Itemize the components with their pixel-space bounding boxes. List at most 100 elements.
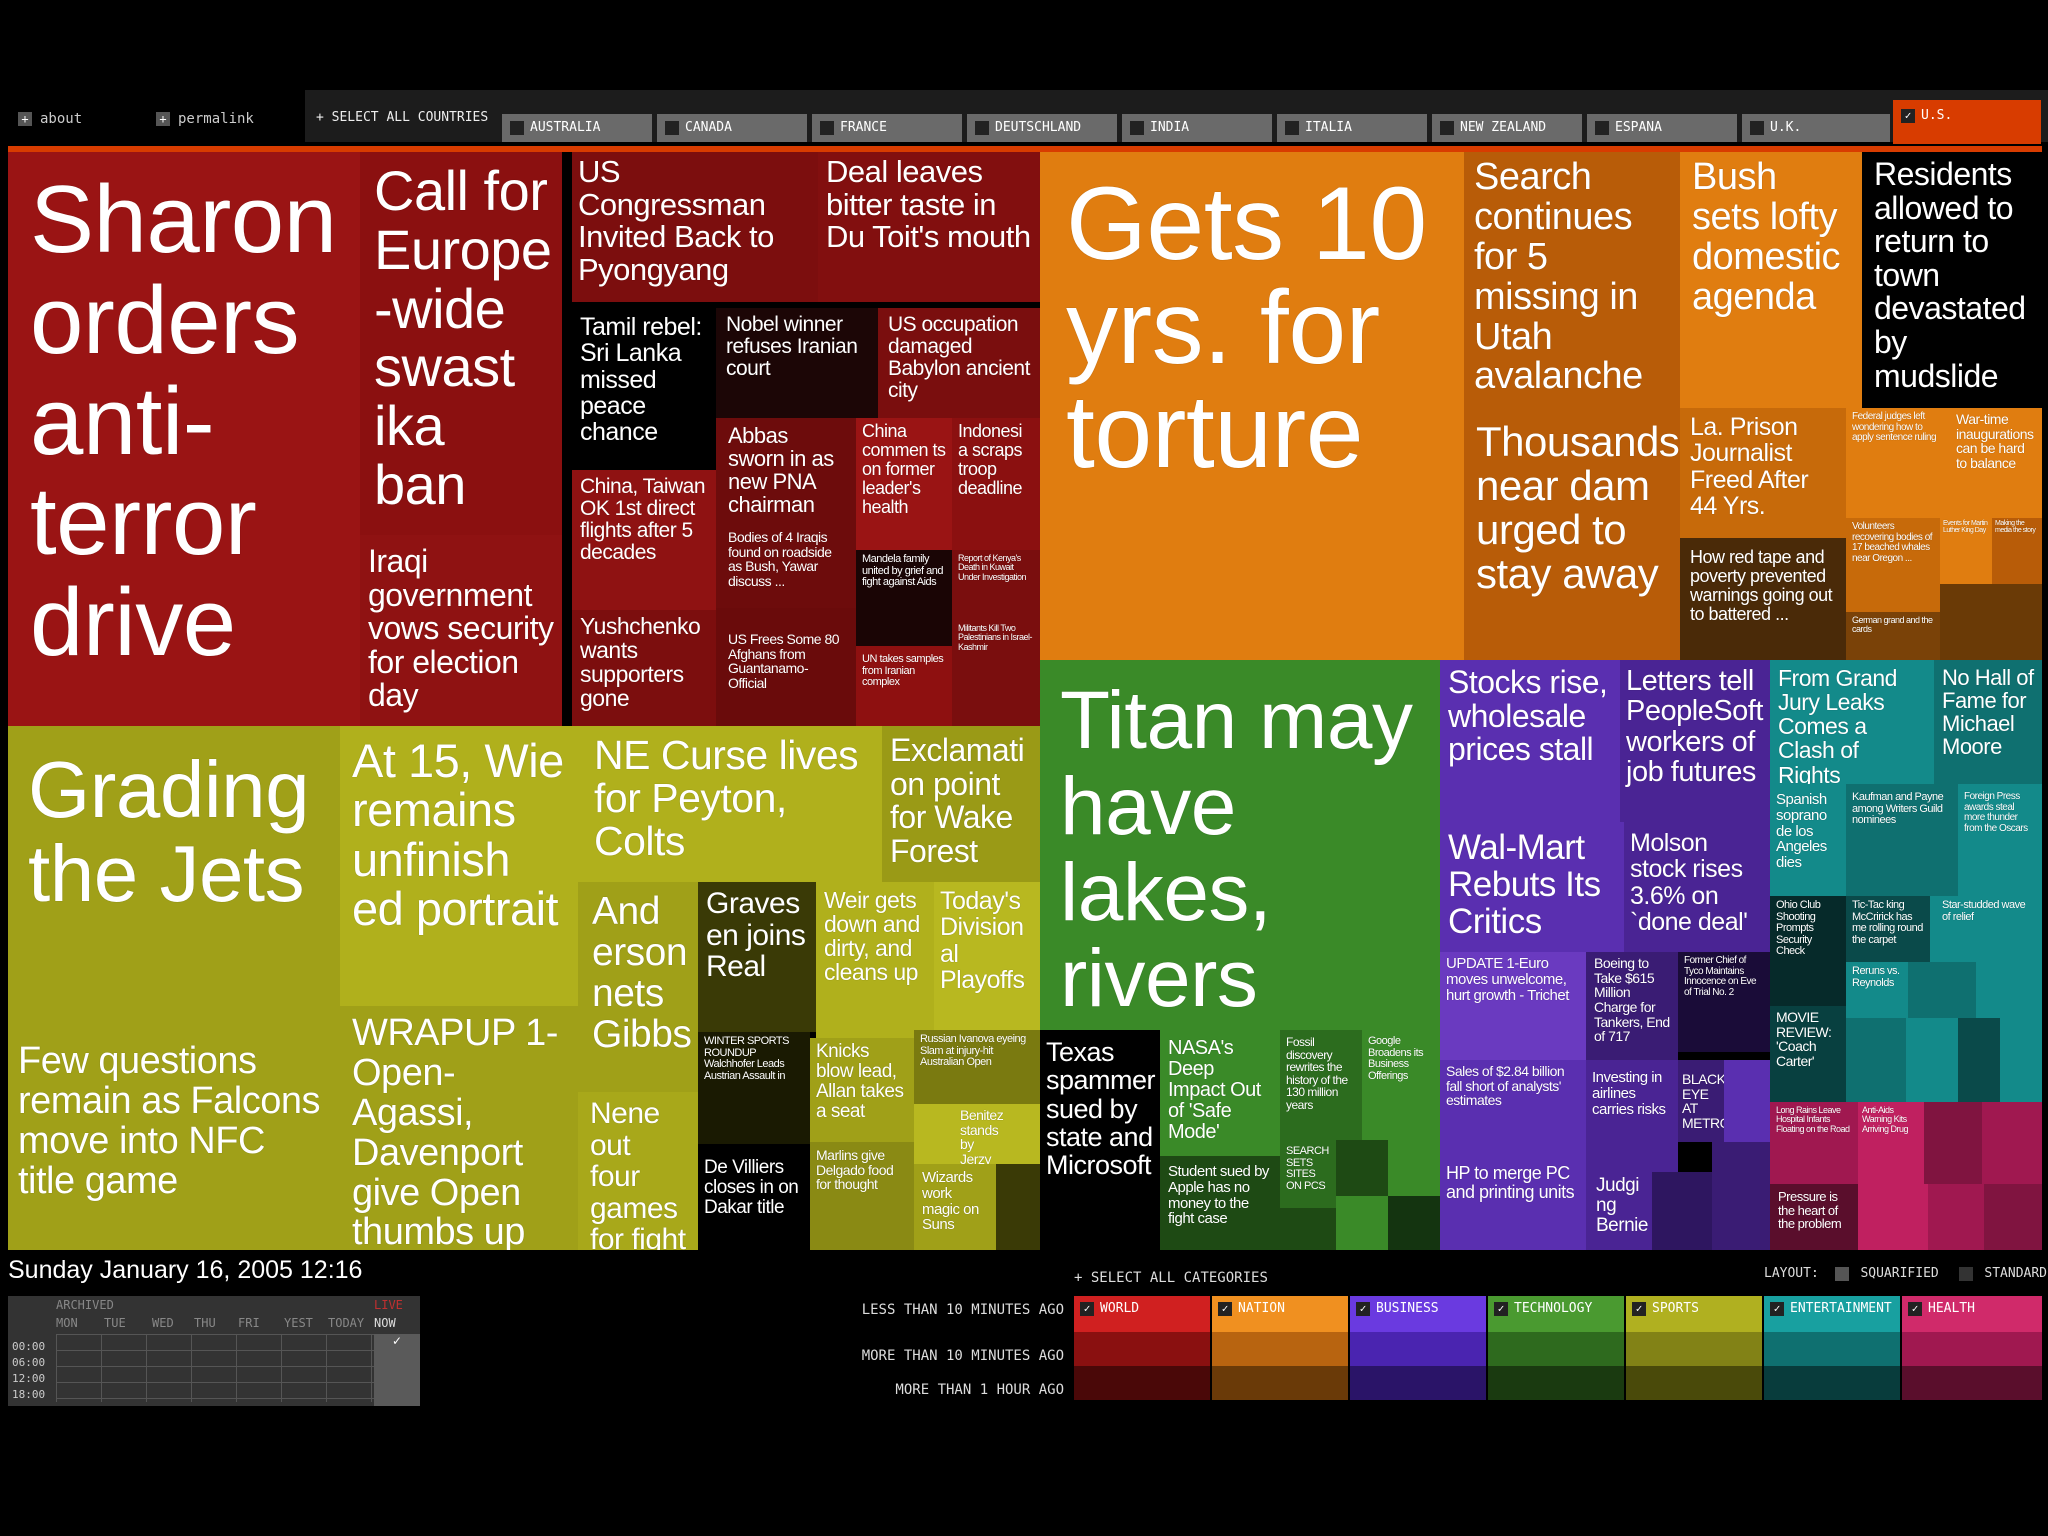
story-tile[interactable]: Today's Division al Playoffs xyxy=(934,882,1040,1038)
story-tile[interactable] xyxy=(1908,962,1976,1018)
story-tile[interactable]: Deal leaves bitter taste in Du Toit's mo… xyxy=(818,152,1040,302)
story-tile[interactable]: Federal judges left wondering how to app… xyxy=(1846,408,1950,518)
story-tile[interactable] xyxy=(1280,1208,1336,1250)
story-tile[interactable]: UPDATE 1-Euro moves unwelcome, hurt grow… xyxy=(1440,952,1586,1060)
story-tile[interactable]: Investing in airlines carries risks xyxy=(1586,1060,1678,1172)
layout-standard-option[interactable]: STANDARD xyxy=(1984,1266,2047,1281)
story-tile[interactable]: China, Taiwan OK 1st direct flights afte… xyxy=(572,470,716,610)
day-thu[interactable]: THU xyxy=(194,1316,238,1330)
story-tile[interactable]: UN takes samples from Iranian complex xyxy=(856,646,952,726)
story-tile[interactable] xyxy=(1984,1184,2042,1250)
country-tab-us[interactable]: ✓ U.S. xyxy=(1893,100,2041,144)
archive-time-grid[interactable] xyxy=(56,1334,374,1402)
category-technology[interactable]: ✓ TECHNOLOGY xyxy=(1488,1296,1624,1332)
story-tile[interactable]: Volunteers recovering bodies of 17 beach… xyxy=(1846,518,1940,612)
country-tab-australia[interactable]: AUSTRALIA xyxy=(502,114,652,142)
layout-squarified-option[interactable]: SQUARIFIED xyxy=(1860,1266,1938,1281)
country-tab-uk[interactable]: U.K. xyxy=(1742,114,1890,142)
story-tile[interactable]: Judgi ng Bernie xyxy=(1586,1172,1652,1250)
story-tile[interactable]: Foreign Press awards steal more thunder … xyxy=(1958,784,2042,896)
story-tile[interactable]: Call for Europe -wide swast ika ban xyxy=(360,152,562,535)
permalink-button[interactable]: + permalink xyxy=(156,104,254,134)
story-tile[interactable]: NE Curse lives for Peyton, Colts xyxy=(578,726,882,882)
story-tile[interactable]: Boeing to Take $615 Million Charge for T… xyxy=(1586,952,1678,1060)
story-tile[interactable] xyxy=(996,1164,1040,1250)
story-tile[interactable]: Sales of $2.84 billion fall short of ana… xyxy=(1440,1060,1586,1160)
story-tile[interactable]: Search continues for 5 missing in Utah a… xyxy=(1464,152,1680,414)
story-tile[interactable]: Bush sets lofty domestic agenda xyxy=(1680,152,1862,408)
story-tile[interactable]: Sharon orders anti-terror drive xyxy=(8,152,360,726)
story-tile[interactable]: Russian Ivanova eyeing Slam at injury-hi… xyxy=(914,1030,1040,1104)
story-tile[interactable]: Titan may have lakes, rivers xyxy=(1040,660,1440,1030)
story-tile[interactable]: Tic-Tac king McCririck has me rolling ro… xyxy=(1846,896,1930,962)
select-all-countries-button[interactable]: + SELECT ALL COUNTRIES xyxy=(316,110,488,125)
about-button[interactable]: + about xyxy=(18,104,82,134)
story-tile[interactable]: Kaufman and Payne among Writers Guild no… xyxy=(1846,784,1958,896)
day-yest[interactable]: YEST xyxy=(284,1316,328,1330)
category-health[interactable]: ✓ HEALTH xyxy=(1902,1296,2042,1332)
story-tile[interactable]: Reruns vs. Reynolds xyxy=(1846,962,1908,1018)
story-tile[interactable]: La. Prison Journalist Freed After 44 Yrs… xyxy=(1680,408,1846,538)
story-tile[interactable]: Yushchenko wants supporters gone xyxy=(572,610,716,726)
story-tile[interactable] xyxy=(1388,1140,1440,1196)
story-tile[interactable]: Stocks rise, wholesale prices stall xyxy=(1440,660,1620,822)
country-tab-new-zealand[interactable]: NEW ZEALAND xyxy=(1432,114,1582,142)
story-tile[interactable]: Nene out four games for fight xyxy=(578,1092,698,1250)
story-tile[interactable]: Long Rains Leave Hospital Infants Floati… xyxy=(1770,1102,1858,1184)
story-tile[interactable] xyxy=(1724,1060,1770,1142)
story-tile[interactable]: US Congressman Invited Back to Pyongyang xyxy=(572,152,818,302)
day-fri[interactable]: FRI xyxy=(238,1316,282,1330)
story-tile[interactable]: Grading the Jets xyxy=(8,726,340,1034)
story-tile[interactable]: Indonesi a scraps troop deadline xyxy=(952,418,1040,550)
story-tile[interactable] xyxy=(1958,1018,2000,1102)
story-tile[interactable] xyxy=(1906,1018,1958,1102)
story-tile[interactable] xyxy=(1336,1196,1388,1250)
story-tile[interactable] xyxy=(1336,1140,1388,1196)
radio-unselected-icon[interactable] xyxy=(1958,1266,1973,1281)
story-tile[interactable]: Anti-Aids Warning Kits Arriving Drug xyxy=(1858,1102,1924,1184)
story-tile[interactable]: China commen ts on former leader's healt… xyxy=(856,418,952,550)
story-tile[interactable]: Iraqi government vows security for elect… xyxy=(360,535,562,726)
category-entertainment[interactable]: ✓ ENTERTAINMENT xyxy=(1764,1296,1900,1332)
story-tile[interactable]: Fossil discovery rewrites the history of… xyxy=(1280,1030,1362,1140)
story-tile[interactable]: Nobel winner refuses Iranian court xyxy=(716,308,878,418)
story-tile[interactable]: WINTER SPORTS ROUNDUP Walchhofer Leads A… xyxy=(698,1032,810,1144)
story-tile[interactable] xyxy=(1982,1102,2042,1184)
story-tile[interactable]: Abbas sworn in as new PNA chairman xyxy=(716,418,856,524)
story-tile[interactable]: Wal-Mart Rebuts Its Critics xyxy=(1440,822,1624,952)
story-tile[interactable]: Molson stock rises 3.6% on `done deal' xyxy=(1624,822,1770,952)
country-tab-canada[interactable]: CANADA xyxy=(657,114,807,142)
country-tab-italia[interactable]: ITALIA xyxy=(1277,114,1427,142)
story-tile[interactable] xyxy=(1846,1018,1906,1102)
story-tile[interactable]: Ohio Club Shooting Prompts Security Chec… xyxy=(1770,896,1846,1006)
story-tile[interactable]: German grand and the cards xyxy=(1846,612,1940,660)
story-tile[interactable]: Google Broadens its Business Offerings xyxy=(1362,1030,1440,1140)
story-tile[interactable]: Knicks blow lead, Allan takes a seat xyxy=(810,1038,914,1142)
story-tile[interactable]: Former Chief of Tyco Maintains Innocence… xyxy=(1678,952,1770,1052)
story-tile[interactable] xyxy=(1652,1172,1712,1250)
radio-selected-icon[interactable] xyxy=(1834,1266,1849,1281)
category-nation[interactable]: ✓ NATION xyxy=(1212,1296,1348,1332)
story-tile[interactable]: Exclamati on point for Wake Forest xyxy=(882,726,1040,882)
story-tile[interactable]: No Hall of Fame for Michael Moore xyxy=(1934,660,2042,784)
country-tab-espana[interactable]: ESPANA xyxy=(1587,114,1737,142)
story-tile[interactable]: Spanish soprano de los Angeles dies xyxy=(1770,784,1846,896)
story-tile[interactable]: Letters tell PeopleSoft workers of job f… xyxy=(1620,660,1770,822)
story-tile[interactable]: US Frees Some 80 Afghans from Guantanamo… xyxy=(716,608,856,726)
story-tile[interactable]: MOVIE REVIEW: 'Coach Carter' xyxy=(1770,1006,1846,1102)
story-tile[interactable]: Graves en joins Real xyxy=(698,882,816,1032)
category-sports[interactable]: ✓ SPORTS xyxy=(1626,1296,1762,1332)
story-tile[interactable]: Gets 10 yrs. for torture xyxy=(1040,152,1464,660)
story-tile[interactable]: From Grand Jury Leaks Comes a Clash of R… xyxy=(1770,660,1934,784)
story-tile[interactable]: Events for Martin Luther King Day xyxy=(1940,518,1992,584)
story-tile[interactable]: WRAPUP 1-Open-Agassi, Davenport give Ope… xyxy=(340,1006,578,1250)
story-tile[interactable]: Weir gets down and dirty, and cleans up xyxy=(816,882,934,1038)
day-tue[interactable]: TUE xyxy=(104,1316,148,1330)
story-tile[interactable]: How red tape and poverty prevented warni… xyxy=(1680,538,1846,660)
story-tile[interactable] xyxy=(1928,1184,1984,1250)
category-world[interactable]: ✓ WORLD xyxy=(1074,1296,1210,1332)
story-tile[interactable]: Mandela family united by grief and fight… xyxy=(856,550,952,646)
day-today[interactable]: TODAY xyxy=(328,1316,372,1330)
story-tile[interactable]: US occupation damaged Babylon ancient ci… xyxy=(878,308,1040,418)
story-tile[interactable]: De Villiers closes in on Dakar title xyxy=(698,1144,810,1250)
